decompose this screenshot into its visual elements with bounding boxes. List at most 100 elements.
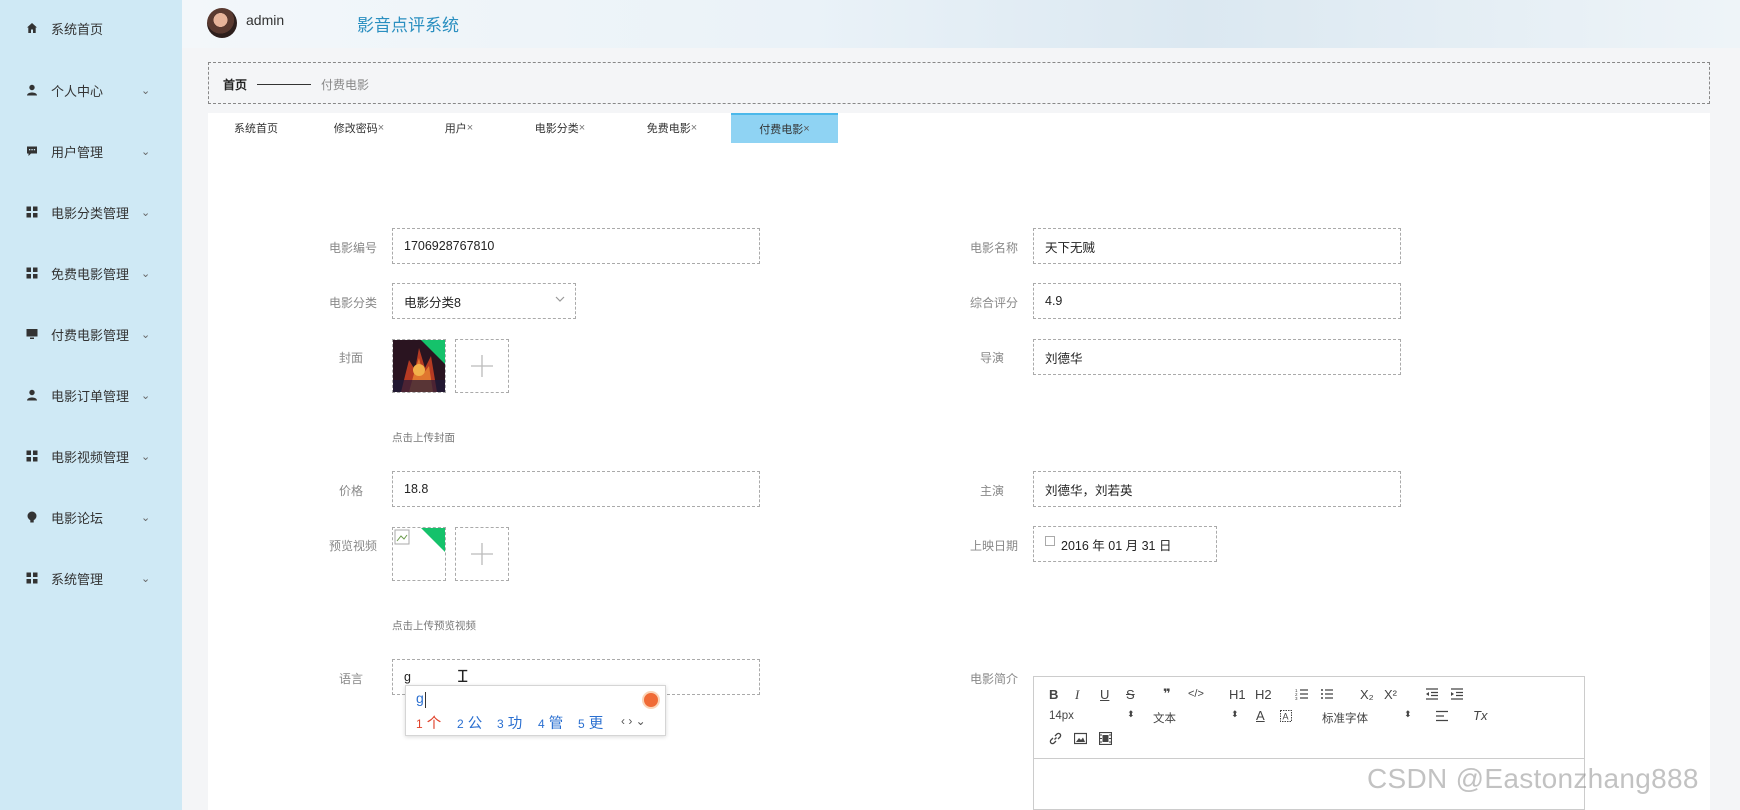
chevron-down-icon bbox=[555, 294, 565, 307]
clear-format-button[interactable]: Tx bbox=[1473, 708, 1487, 723]
sidebar-item-paid-movies[interactable]: 付费电影管理 ⌄ bbox=[0, 314, 182, 354]
breadcrumb-home[interactable]: 首页 bbox=[223, 76, 247, 93]
success-corner-icon bbox=[421, 528, 445, 552]
system-title: 影音点评系统 bbox=[357, 16, 459, 35]
ime-page-nav[interactable]: ‹ › ⌄ bbox=[621, 714, 646, 728]
movie-no-input[interactable]: 1706928767810 bbox=[392, 228, 760, 264]
tab-paid-movies[interactable]: 付费电影 × bbox=[731, 113, 838, 143]
tab-users[interactable]: 用户 × bbox=[414, 113, 504, 143]
preview-video-hint: 点击上传预览视频 bbox=[392, 620, 476, 632]
chat-icon bbox=[26, 145, 38, 157]
close-icon[interactable]: × bbox=[691, 122, 697, 134]
font-color-button[interactable]: A bbox=[1256, 708, 1265, 723]
underline-button[interactable]: U bbox=[1100, 687, 1109, 702]
ordered-list-icon[interactable]: 123 bbox=[1295, 687, 1309, 704]
actors-value: 刘德华，刘若英 bbox=[1045, 483, 1133, 498]
header1-button[interactable]: H1 bbox=[1229, 687, 1246, 702]
sidebar-item-videos[interactable]: 电影视频管理 ⌄ bbox=[0, 436, 182, 476]
align-icon[interactable] bbox=[1435, 710, 1449, 725]
sidebar-item-movie-category[interactable]: 电影分类管理 ⌄ bbox=[0, 192, 182, 232]
breadcrumb-current: 付费电影 bbox=[321, 78, 370, 92]
sidebar-item-forum[interactable]: 电影论坛 ⌄ bbox=[0, 497, 182, 537]
breadcrumb-separator bbox=[257, 84, 311, 85]
close-icon[interactable]: × bbox=[378, 122, 384, 134]
movie-name-label: 电影名称 bbox=[969, 241, 1018, 255]
code-block-button[interactable]: </> bbox=[1188, 688, 1204, 700]
sidebar-item-label: 系统首页 bbox=[51, 21, 104, 37]
sidebar-item-home[interactable]: 系统首页 bbox=[0, 8, 182, 48]
movie-no-value: 1706928767810 bbox=[404, 239, 495, 253]
preview-video-thumbnail[interactable] bbox=[392, 527, 446, 581]
blockquote-button[interactable]: ❞ bbox=[1163, 686, 1171, 702]
subscript-button[interactable]: X₂ bbox=[1360, 687, 1374, 702]
price-input[interactable]: 18.8 bbox=[392, 471, 760, 507]
ime-candidate[interactable]: 1 个 bbox=[416, 712, 441, 733]
sidebar-item-personal-center[interactable]: 个人中心 ⌄ bbox=[0, 70, 182, 110]
actors-input[interactable]: 刘德华，刘若英 bbox=[1033, 471, 1401, 507]
chevron-down-icon: ⌄ bbox=[141, 328, 151, 341]
close-icon[interactable]: × bbox=[467, 122, 473, 134]
grid-icon bbox=[26, 267, 38, 279]
plus-icon bbox=[471, 543, 493, 565]
ime-candidate[interactable]: 3 功 bbox=[497, 712, 522, 733]
user-icon bbox=[26, 389, 38, 401]
sidebar-item-free-movies[interactable]: 免费电影管理 ⌄ bbox=[0, 253, 182, 293]
strike-button[interactable]: S bbox=[1126, 687, 1135, 702]
link-icon[interactable] bbox=[1049, 732, 1062, 748]
preview-video-upload-button[interactable] bbox=[455, 527, 509, 581]
avatar[interactable] bbox=[207, 8, 237, 38]
user-icon bbox=[26, 84, 38, 96]
tab-free-movies[interactable]: 免费电影 × bbox=[616, 113, 728, 143]
bullet-list-icon[interactable] bbox=[1320, 687, 1334, 704]
tab-home[interactable]: 系统首页 bbox=[208, 113, 304, 143]
ime-candidate-window: g 1 个 2 公 3 功 4 管 5 更 ‹ › ⌄ bbox=[405, 685, 666, 736]
ime-candidate-char: 公 bbox=[467, 716, 483, 732]
sidebar-item-label: 电影论坛 bbox=[51, 510, 104, 526]
italic-button[interactable]: I bbox=[1075, 687, 1079, 703]
indent-icon[interactable] bbox=[1450, 687, 1464, 704]
sidebar-item-system[interactable]: 系统管理 ⌄ bbox=[0, 558, 182, 598]
bold-button[interactable]: B bbox=[1049, 687, 1058, 702]
font-family-select[interactable]: 标准字体 ⬍ bbox=[1322, 709, 1412, 726]
movie-name-input[interactable]: 天下无贼 bbox=[1033, 228, 1401, 264]
header2-button[interactable]: H2 bbox=[1255, 687, 1272, 702]
cover-thumbnail[interactable] bbox=[392, 339, 446, 393]
chevron-down-icon: ⌄ bbox=[141, 206, 151, 219]
sidebar-item-user-management[interactable]: 用户管理 ⌄ bbox=[0, 131, 182, 171]
director-input[interactable]: 刘德华 bbox=[1033, 339, 1401, 375]
tab-change-password[interactable]: 修改密码 × bbox=[304, 113, 414, 143]
outdent-icon[interactable] bbox=[1425, 687, 1439, 704]
text-type-select[interactable]: 文本 ⬍ bbox=[1153, 709, 1239, 726]
username: admin bbox=[246, 12, 285, 28]
tab-movie-category[interactable]: 电影分类 × bbox=[504, 113, 616, 143]
close-icon[interactable]: × bbox=[803, 123, 809, 135]
cover-upload-button[interactable] bbox=[455, 339, 509, 393]
success-corner-icon bbox=[421, 340, 445, 364]
category-select[interactable]: 电影分类8 bbox=[392, 283, 576, 319]
director-label: 导演 bbox=[979, 351, 1004, 365]
ime-candidate[interactable]: 5 更 bbox=[578, 712, 603, 733]
release-date-picker[interactable]: 2016 年 01 月 31 日 bbox=[1033, 526, 1217, 562]
sidebar-item-label: 免费电影管理 bbox=[51, 266, 130, 282]
sidebar-item-label: 电影订单管理 bbox=[51, 388, 130, 404]
video-icon[interactable] bbox=[1098, 731, 1113, 748]
ime-logo-icon[interactable] bbox=[642, 691, 660, 709]
close-icon[interactable]: × bbox=[579, 122, 585, 134]
ime-candidate-num: 4 bbox=[538, 717, 545, 731]
price-label: 价格 bbox=[338, 484, 363, 498]
font-size-value: 14px bbox=[1049, 710, 1074, 722]
price-value: 18.8 bbox=[404, 482, 429, 496]
release-date-value: 2016 年 01 月 31 日 bbox=[1061, 538, 1172, 553]
image-icon[interactable] bbox=[1073, 732, 1088, 748]
sidebar-item-label: 系统管理 bbox=[51, 571, 104, 587]
chevron-down-icon: ⌄ bbox=[141, 511, 151, 524]
rating-input[interactable]: 4.9 bbox=[1033, 283, 1401, 319]
ime-candidate[interactable]: 4 管 bbox=[538, 712, 563, 733]
background-color-icon[interactable]: A bbox=[1280, 710, 1292, 725]
superscript-button[interactable]: X² bbox=[1384, 687, 1397, 702]
sidebar-item-label: 电影分类管理 bbox=[51, 205, 130, 221]
sidebar-item-orders[interactable]: 电影订单管理 ⌄ bbox=[0, 375, 182, 415]
release-date-label: 上映日期 bbox=[969, 539, 1018, 553]
font-size-select[interactable]: 14px ⬍ bbox=[1049, 709, 1135, 722]
ime-candidate[interactable]: 2 公 bbox=[457, 712, 482, 733]
